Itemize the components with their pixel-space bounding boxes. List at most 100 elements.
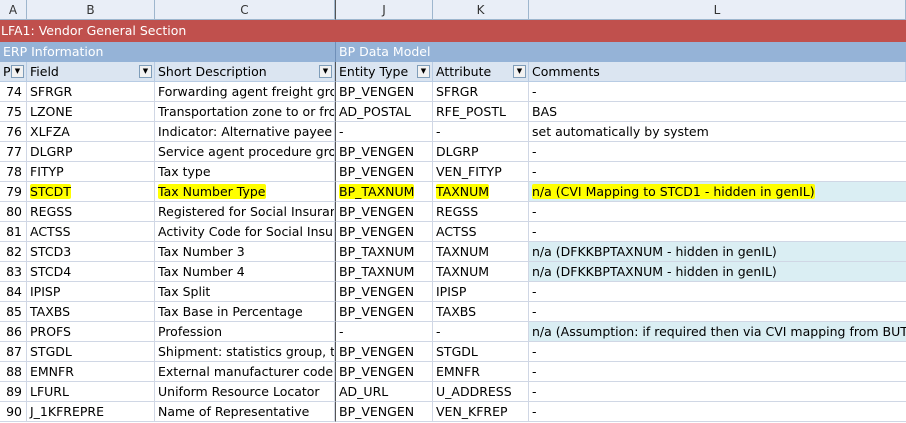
field-cell[interactable]: FITYP [27,162,155,182]
field-cell[interactable]: STGDL [27,342,155,362]
comments-cell[interactable]: - [529,402,906,422]
attribute-cell[interactable]: TAXBS [433,302,529,322]
comments-cell[interactable]: n/a (Assumption: if required then via CV… [529,322,906,342]
comments-cell[interactable]: n/a (DFKKBPTAXNUM - hidden in genIL) [529,262,906,282]
header-attribute[interactable]: Attribute ▼ [433,62,529,82]
attribute-cell[interactable]: TAXNUM [433,262,529,282]
filter-dropdown-icon[interactable]: ▼ [139,65,152,78]
row-number-cell[interactable]: 76 [0,122,27,142]
short-description-cell[interactable]: Uniform Resource Locator [155,382,335,402]
row-number-cell[interactable]: 77 [0,142,27,162]
field-cell[interactable]: J_1KFREPRE [27,402,155,422]
comments-cell[interactable]: - [529,142,906,162]
attribute-cell[interactable]: RFE_POSTL [433,102,529,122]
entity-type-cell[interactable]: BP_VENGEN [335,282,433,302]
entity-type-cell[interactable]: BP_TAXNUM [335,262,433,282]
field-cell[interactable]: ACTSS [27,222,155,242]
field-cell[interactable]: REGSS [27,202,155,222]
attribute-cell[interactable]: - [433,322,529,342]
entity-type-cell[interactable]: - [335,322,433,342]
attribute-cell[interactable]: DLGRP [433,142,529,162]
row-number-cell[interactable]: 78 [0,162,27,182]
row-number-cell[interactable]: 90 [0,402,27,422]
entity-type-cell[interactable]: AD_URL [335,382,433,402]
comments-cell[interactable]: - [529,382,906,402]
field-cell[interactable]: XLFZA [27,122,155,142]
attribute-cell[interactable]: IPISP [433,282,529,302]
field-cell[interactable]: TAXBS [27,302,155,322]
field-cell[interactable]: DLGRP [27,142,155,162]
field-cell[interactable]: STCDT [27,182,155,202]
attribute-cell[interactable]: STGDL [433,342,529,362]
sheet-title[interactable]: LFA1: Vendor General Section [0,20,906,42]
short-description-cell[interactable]: Shipment: statistics group, transport [155,342,335,362]
short-description-cell[interactable]: Tax Number 4 [155,262,335,282]
entity-type-cell[interactable]: AD_POSTAL [335,102,433,122]
short-description-cell[interactable]: Forwarding agent freight group [155,82,335,102]
attribute-cell[interactable]: VEN_FITYP [433,162,529,182]
filter-dropdown-icon[interactable]: ▼ [319,65,332,78]
field-cell[interactable]: LFURL [27,382,155,402]
header-comments[interactable]: Comments [529,62,906,82]
row-number-cell[interactable]: 74 [0,82,27,102]
section-erp-information[interactable]: ERP Information [0,42,335,62]
row-number-cell[interactable]: 83 [0,262,27,282]
row-number-cell[interactable]: 88 [0,362,27,382]
filter-dropdown-icon[interactable]: ▼ [11,65,24,78]
attribute-cell[interactable]: EMNFR [433,362,529,382]
field-cell[interactable]: SFRGR [27,82,155,102]
entity-type-cell[interactable]: BP_TAXNUM [335,182,433,202]
field-cell[interactable]: EMNFR [27,362,155,382]
column-header-a[interactable]: A [0,0,27,20]
header-p[interactable]: P ▼ [0,62,27,82]
entity-type-cell[interactable]: BP_VENGEN [335,362,433,382]
row-number-cell[interactable]: 81 [0,222,27,242]
entity-type-cell[interactable]: - [335,122,433,142]
entity-type-cell[interactable]: BP_VENGEN [335,202,433,222]
short-description-cell[interactable]: Tax Number Type [155,182,335,202]
column-header-c[interactable]: C [155,0,335,20]
column-header-b[interactable]: B [27,0,155,20]
attribute-cell[interactable]: U_ADDRESS [433,382,529,402]
field-cell[interactable]: STCD4 [27,262,155,282]
comments-cell[interactable]: - [529,162,906,182]
short-description-cell[interactable]: Activity Code for Social Insurance [155,222,335,242]
row-number-cell[interactable]: 82 [0,242,27,262]
row-number-cell[interactable]: 89 [0,382,27,402]
comments-cell[interactable]: n/a (CVI Mapping to STCD1 - hidden in ge… [529,182,906,202]
filter-dropdown-icon[interactable]: ▼ [513,65,526,78]
comments-cell[interactable]: - [529,82,906,102]
header-entity-type[interactable]: Entity Type ▼ [335,62,433,82]
entity-type-cell[interactable]: BP_VENGEN [335,302,433,322]
row-number-cell[interactable]: 87 [0,342,27,362]
short-description-cell[interactable]: Service agent procedure group [155,142,335,162]
comments-cell[interactable]: - [529,362,906,382]
column-header-l[interactable]: L [529,0,906,20]
row-number-cell[interactable]: 75 [0,102,27,122]
short-description-cell[interactable]: Tax type [155,162,335,182]
field-cell[interactable]: PROFS [27,322,155,342]
attribute-cell[interactable]: TAXNUM [433,182,529,202]
attribute-cell[interactable]: SFRGR [433,82,529,102]
header-short-description[interactable]: Short Description ▼ [155,62,335,82]
entity-type-cell[interactable]: BP_VENGEN [335,142,433,162]
short-description-cell[interactable]: Registered for Social Insurance [155,202,335,222]
row-number-cell[interactable]: 84 [0,282,27,302]
comments-cell[interactable]: - [529,302,906,322]
field-cell[interactable]: STCD3 [27,242,155,262]
field-cell[interactable]: LZONE [27,102,155,122]
entity-type-cell[interactable]: BP_VENGEN [335,342,433,362]
entity-type-cell[interactable]: BP_VENGEN [335,82,433,102]
row-number-cell[interactable]: 80 [0,202,27,222]
short-description-cell[interactable]: External manufacturer code name [155,362,335,382]
column-header-k[interactable]: K [433,0,529,20]
row-number-cell[interactable]: 79 [0,182,27,202]
header-field[interactable]: Field ▼ [27,62,155,82]
entity-type-cell[interactable]: BP_VENGEN [335,222,433,242]
comments-cell[interactable]: set automatically by system [529,122,906,142]
short-description-cell[interactable]: Indicator: Alternative payee [155,122,335,142]
short-description-cell[interactable]: Tax Number 3 [155,242,335,262]
comments-cell[interactable]: - [529,282,906,302]
comments-cell[interactable]: - [529,202,906,222]
entity-type-cell[interactable]: BP_TAXNUM [335,242,433,262]
